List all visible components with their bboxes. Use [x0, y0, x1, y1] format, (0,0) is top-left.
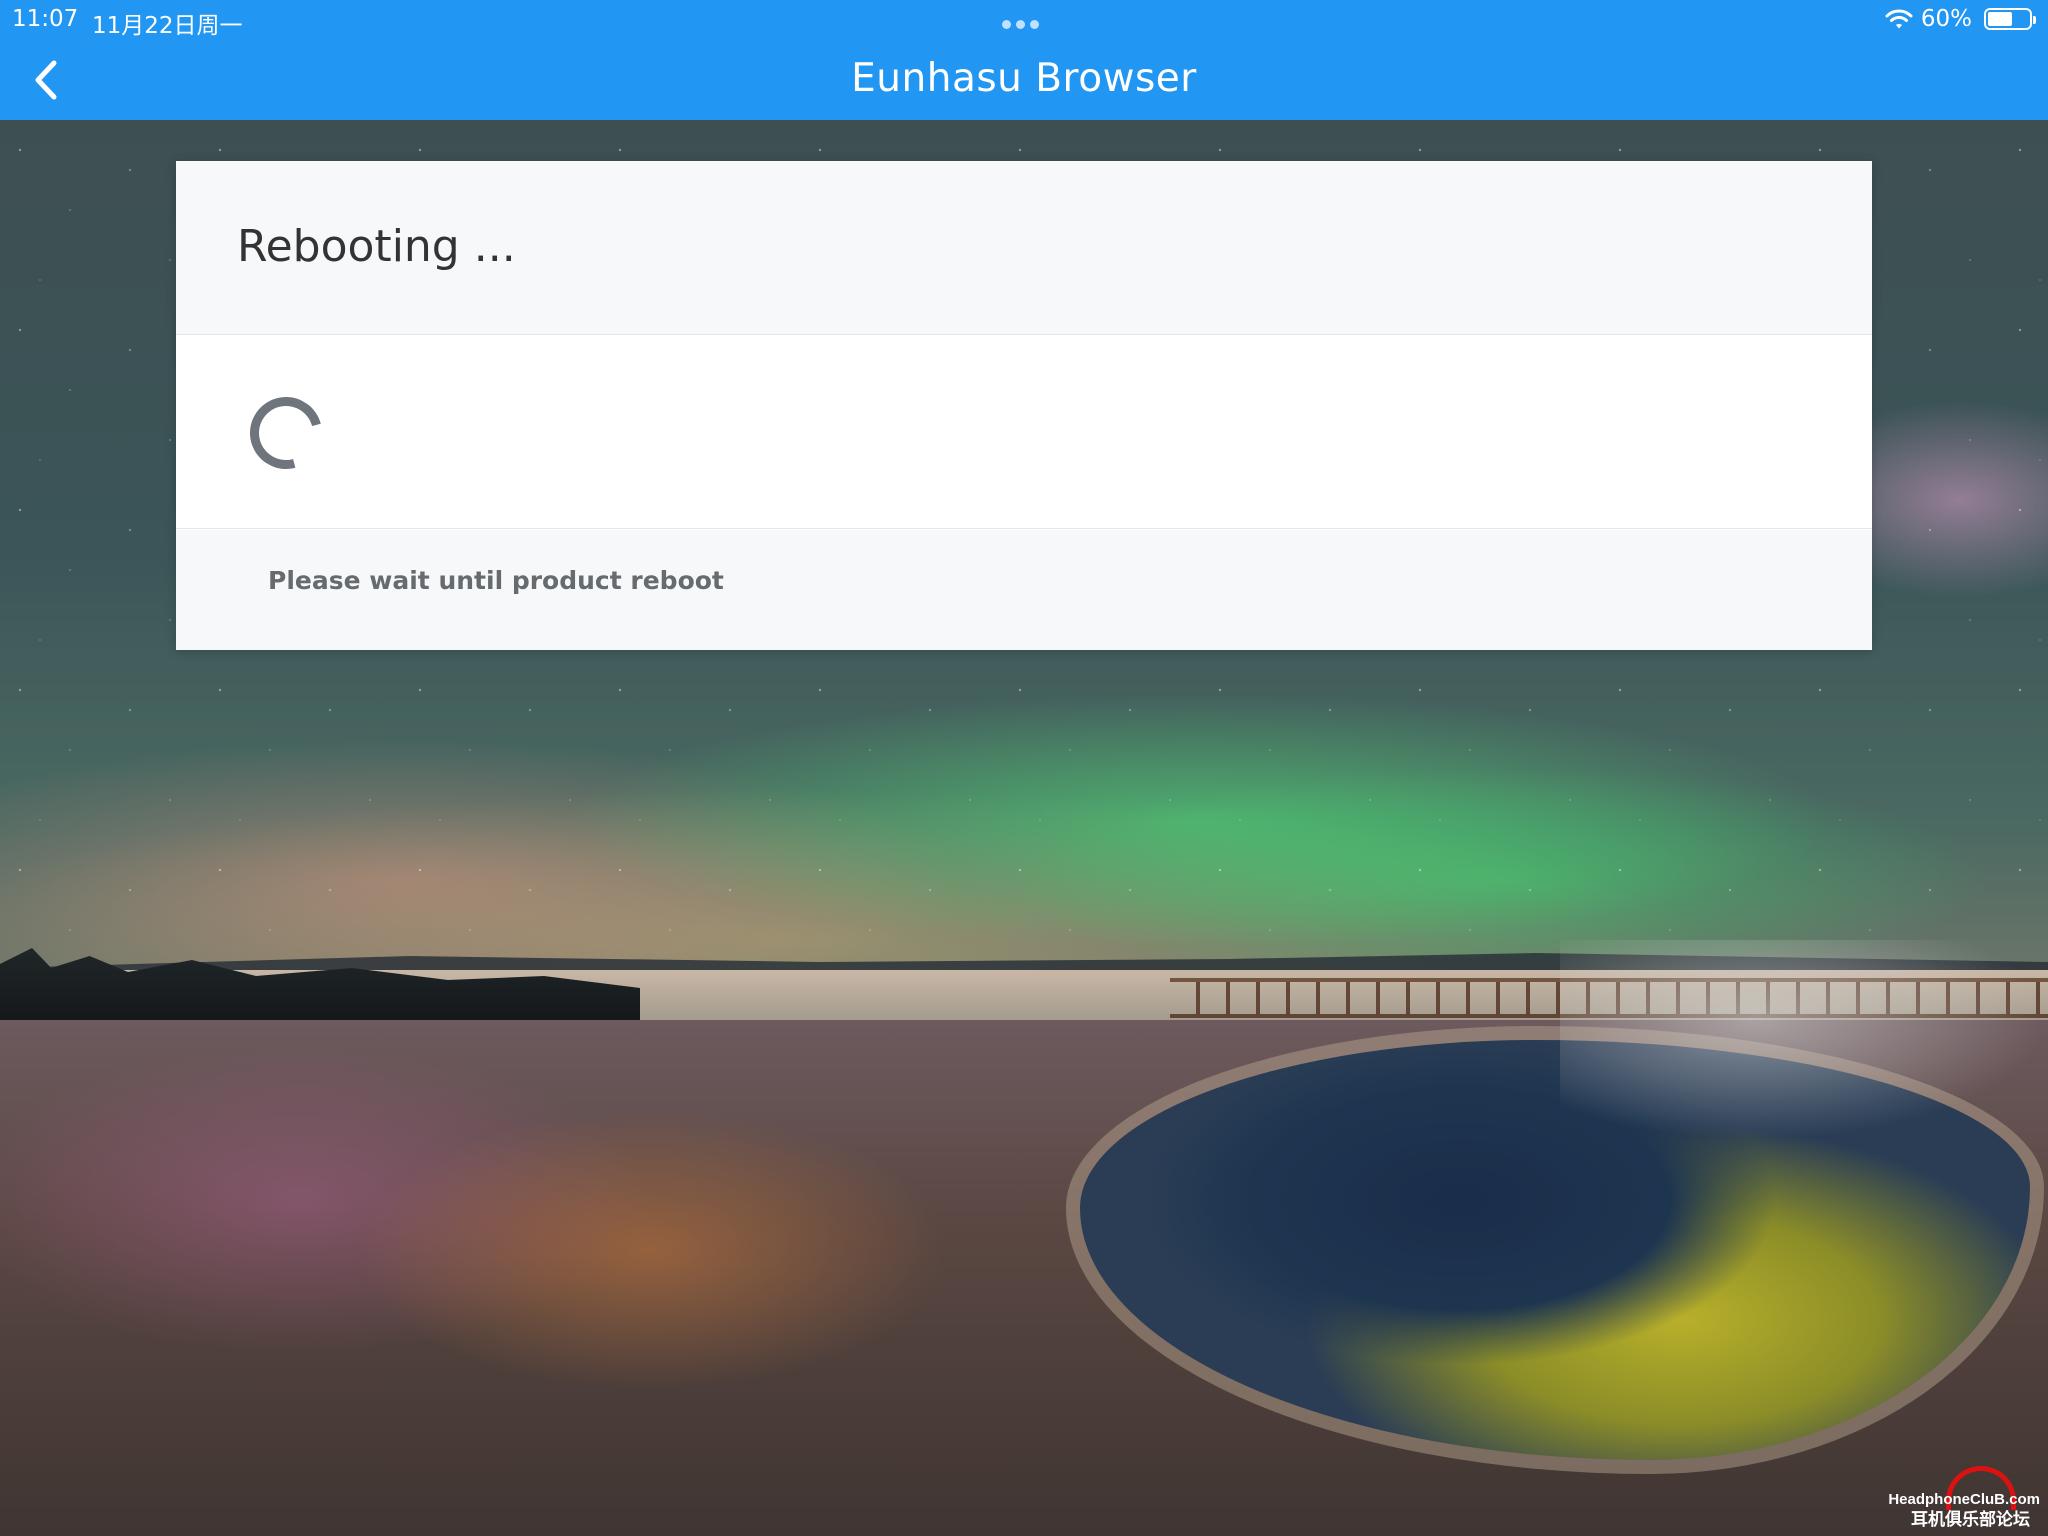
watermark-forum: 耳机俱乐部论坛 — [1911, 1510, 2030, 1530]
battery-icon — [1984, 8, 2036, 30]
nav-bar: Eunhasu Browser — [0, 40, 2048, 120]
battery-percent: 60% — [1920, 6, 1972, 32]
dialog-message: Please wait until product reboot — [268, 566, 724, 595]
status-date: 11月22日周一 — [92, 13, 243, 39]
multitasking-dots-icon[interactable] — [1002, 20, 1039, 29]
status-bar: 11:07 11月22日周一 60% — [0, 0, 2048, 40]
status-indicators: 60% — [1885, 6, 2036, 32]
watermark-logo: HeadphoneCluB.com 耳机俱乐部论坛 — [1888, 1466, 2042, 1532]
dialog-title: Rebooting ... — [237, 221, 516, 272]
loading-spinner-icon — [236, 383, 336, 483]
reboot-dialog: Rebooting ... Please wait until product … — [176, 161, 1872, 650]
dialog-header: Rebooting ... — [176, 161, 1872, 335]
wifi-icon — [1885, 9, 1913, 29]
page-title: Eunhasu Browser — [851, 56, 1197, 101]
status-time: 11:07 — [12, 6, 79, 32]
dialog-body — [176, 335, 1872, 529]
dialog-footer: Please wait until product reboot — [176, 530, 1872, 650]
top-bar: 11:07 11月22日周一 60% Eunhasu Browser — [0, 0, 2048, 120]
